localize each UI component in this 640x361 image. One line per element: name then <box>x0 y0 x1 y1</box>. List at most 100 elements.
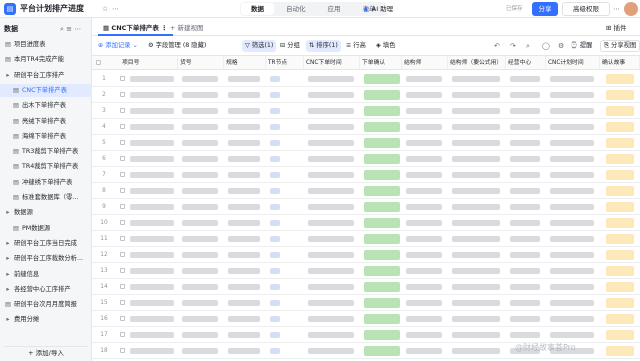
blurred-cell[interactable] <box>182 108 218 114</box>
blurred-cell[interactable] <box>130 300 174 306</box>
sidebar-item[interactable]: ▸ 费用分摊 <box>0 313 92 326</box>
sidebar-item[interactable]: ▤ 标准套数据库（零... <box>0 191 92 204</box>
comment-icon[interactable]: ◯ <box>542 40 550 52</box>
share-view-button[interactable]: ⎘ 分享视图 <box>600 40 640 52</box>
blurred-cell[interactable] <box>130 204 174 210</box>
blurred-cell[interactable] <box>452 188 500 194</box>
table-row[interactable]: 8 <box>92 183 640 199</box>
table-row[interactable]: 13 <box>92 263 640 279</box>
blurred-cell[interactable] <box>270 300 280 306</box>
blurred-cell[interactable] <box>452 316 500 322</box>
blurred-cell[interactable] <box>452 348 500 354</box>
blurred-cell[interactable] <box>364 282 400 292</box>
blurred-cell[interactable] <box>452 124 500 130</box>
blurred-cell[interactable] <box>406 220 442 226</box>
group-button[interactable]: ⊟ 分组 <box>280 40 300 52</box>
column-header[interactable]: 结构师（要公式用） <box>448 56 506 70</box>
table-row[interactable]: 10 <box>92 215 640 231</box>
blurred-cell[interactable] <box>308 188 354 194</box>
blurred-cell[interactable] <box>606 90 634 100</box>
blurred-cell[interactable] <box>452 236 500 242</box>
blurred-cell[interactable] <box>406 140 442 146</box>
blurred-cell[interactable] <box>550 124 594 130</box>
sidebar-item[interactable]: ▤ 亮绒下单排产表 <box>0 115 92 128</box>
blurred-cell[interactable] <box>406 124 442 130</box>
blurred-cell[interactable] <box>228 236 260 242</box>
blurred-cell[interactable] <box>270 92 280 98</box>
select-all-checkbox[interactable] <box>96 60 101 65</box>
row-checkbox[interactable] <box>120 300 125 305</box>
blurred-cell[interactable] <box>550 284 594 290</box>
blurred-cell[interactable] <box>606 170 634 180</box>
row-checkbox[interactable] <box>120 316 125 321</box>
blurred-cell[interactable] <box>182 124 218 130</box>
sidebar-item[interactable]: ▸ 研创平台工序当日完成 <box>0 237 92 250</box>
table-row[interactable]: 7 <box>92 167 640 183</box>
blurred-cell[interactable] <box>364 186 400 196</box>
blurred-cell[interactable] <box>270 284 280 290</box>
blurred-cell[interactable] <box>182 92 218 98</box>
row-checkbox[interactable] <box>120 76 125 81</box>
blurred-cell[interactable] <box>510 252 540 258</box>
blurred-cell[interactable] <box>270 204 280 210</box>
blurred-cell[interactable] <box>364 90 400 100</box>
blurred-cell[interactable] <box>270 124 280 130</box>
plugin-button[interactable]: ⊞ 插件 <box>606 21 627 35</box>
row-checkbox[interactable] <box>120 284 125 289</box>
blurred-cell[interactable] <box>270 252 280 258</box>
settings-icon[interactable]: ⚙ <box>558 40 564 52</box>
blurred-cell[interactable] <box>270 172 280 178</box>
blurred-cell[interactable] <box>130 172 174 178</box>
table-row[interactable]: 14 <box>92 279 640 295</box>
blurred-cell[interactable] <box>510 300 540 306</box>
ai-assistant-button[interactable]: ◐ AI 助理 <box>364 2 393 16</box>
blurred-cell[interactable] <box>510 140 540 146</box>
blurred-cell[interactable] <box>308 140 354 146</box>
blurred-cell[interactable] <box>308 172 354 178</box>
table-row[interactable]: 6 <box>92 151 640 167</box>
blurred-cell[interactable] <box>228 316 260 322</box>
blurred-cell[interactable] <box>364 138 400 148</box>
blurred-cell[interactable] <box>130 252 174 258</box>
blurred-cell[interactable] <box>270 140 280 146</box>
undo-icon[interactable]: ↶ <box>494 40 500 52</box>
blurred-cell[interactable] <box>130 348 174 354</box>
blurred-cell[interactable] <box>406 188 442 194</box>
blurred-cell[interactable] <box>130 236 174 242</box>
sidebar-item[interactable]: ▤ TR4裁剪下单排产表 <box>0 160 92 173</box>
blurred-cell[interactable] <box>364 234 400 244</box>
blurred-cell[interactable] <box>364 266 400 276</box>
remind-button[interactable]: ⌚ 提醒 <box>570 40 592 52</box>
blurred-cell[interactable] <box>406 284 442 290</box>
blurred-cell[interactable] <box>182 236 218 242</box>
row-checkbox[interactable] <box>120 236 125 241</box>
blurred-cell[interactable] <box>510 284 540 290</box>
tab-data[interactable]: 数据 <box>241 3 274 15</box>
blurred-cell[interactable] <box>606 282 634 292</box>
sidebar-item[interactable]: ▤ 项目进度表 <box>0 38 92 51</box>
table-row[interactable]: 2 <box>92 87 640 103</box>
blurred-cell[interactable] <box>130 332 174 338</box>
sidebar-item[interactable]: ▤ 本月TR4完成产能 <box>0 53 92 66</box>
more-icon[interactable]: ⋯ <box>112 4 119 14</box>
row-checkbox[interactable] <box>120 156 125 161</box>
column-header[interactable]: 货号 <box>178 56 224 70</box>
table-row[interactable]: 15 <box>92 295 640 311</box>
blurred-cell[interactable] <box>406 108 442 114</box>
blurred-cell[interactable] <box>228 156 260 162</box>
blurred-cell[interactable] <box>510 316 540 322</box>
blurred-cell[interactable] <box>510 268 540 274</box>
column-header[interactable]: CNC计划时间 <box>546 56 600 70</box>
table-row[interactable]: 12 <box>92 247 640 263</box>
sidebar-item[interactable]: ▸ 数据源 <box>0 206 92 219</box>
blurred-cell[interactable] <box>308 236 354 242</box>
blurred-cell[interactable] <box>606 74 634 84</box>
blurred-cell[interactable] <box>364 314 400 324</box>
blurred-cell[interactable] <box>308 108 354 114</box>
sidebar-item[interactable]: ▸ 研创平台工序裁数分析... <box>0 252 92 265</box>
blurred-cell[interactable] <box>182 220 218 226</box>
row-checkbox[interactable] <box>120 124 125 129</box>
blurred-cell[interactable] <box>510 108 540 114</box>
blurred-cell[interactable] <box>606 202 634 212</box>
blurred-cell[interactable] <box>228 332 260 338</box>
